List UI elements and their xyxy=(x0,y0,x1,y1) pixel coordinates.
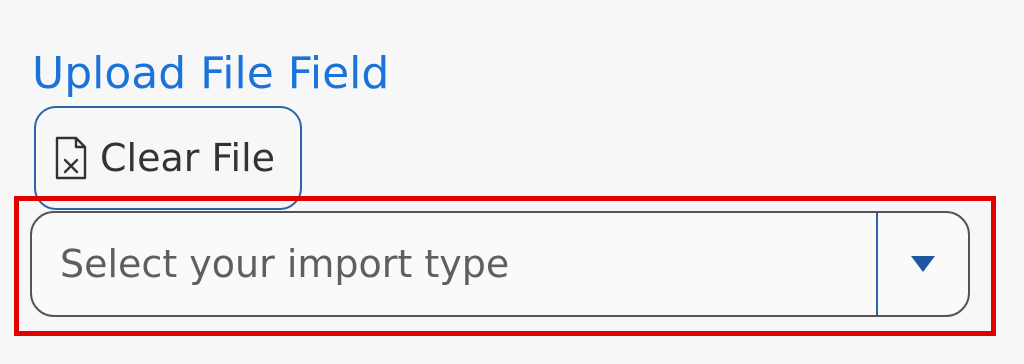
import-type-select[interactable]: Select your import type xyxy=(30,211,970,317)
import-type-placeholder: Select your import type xyxy=(60,242,510,286)
file-x-icon xyxy=(54,136,88,180)
caret-down-icon[interactable] xyxy=(878,213,968,315)
clear-file-button[interactable]: Clear File xyxy=(34,106,302,210)
upload-field-title: Upload File Field xyxy=(32,48,390,99)
clear-file-label: Clear File xyxy=(100,136,276,180)
